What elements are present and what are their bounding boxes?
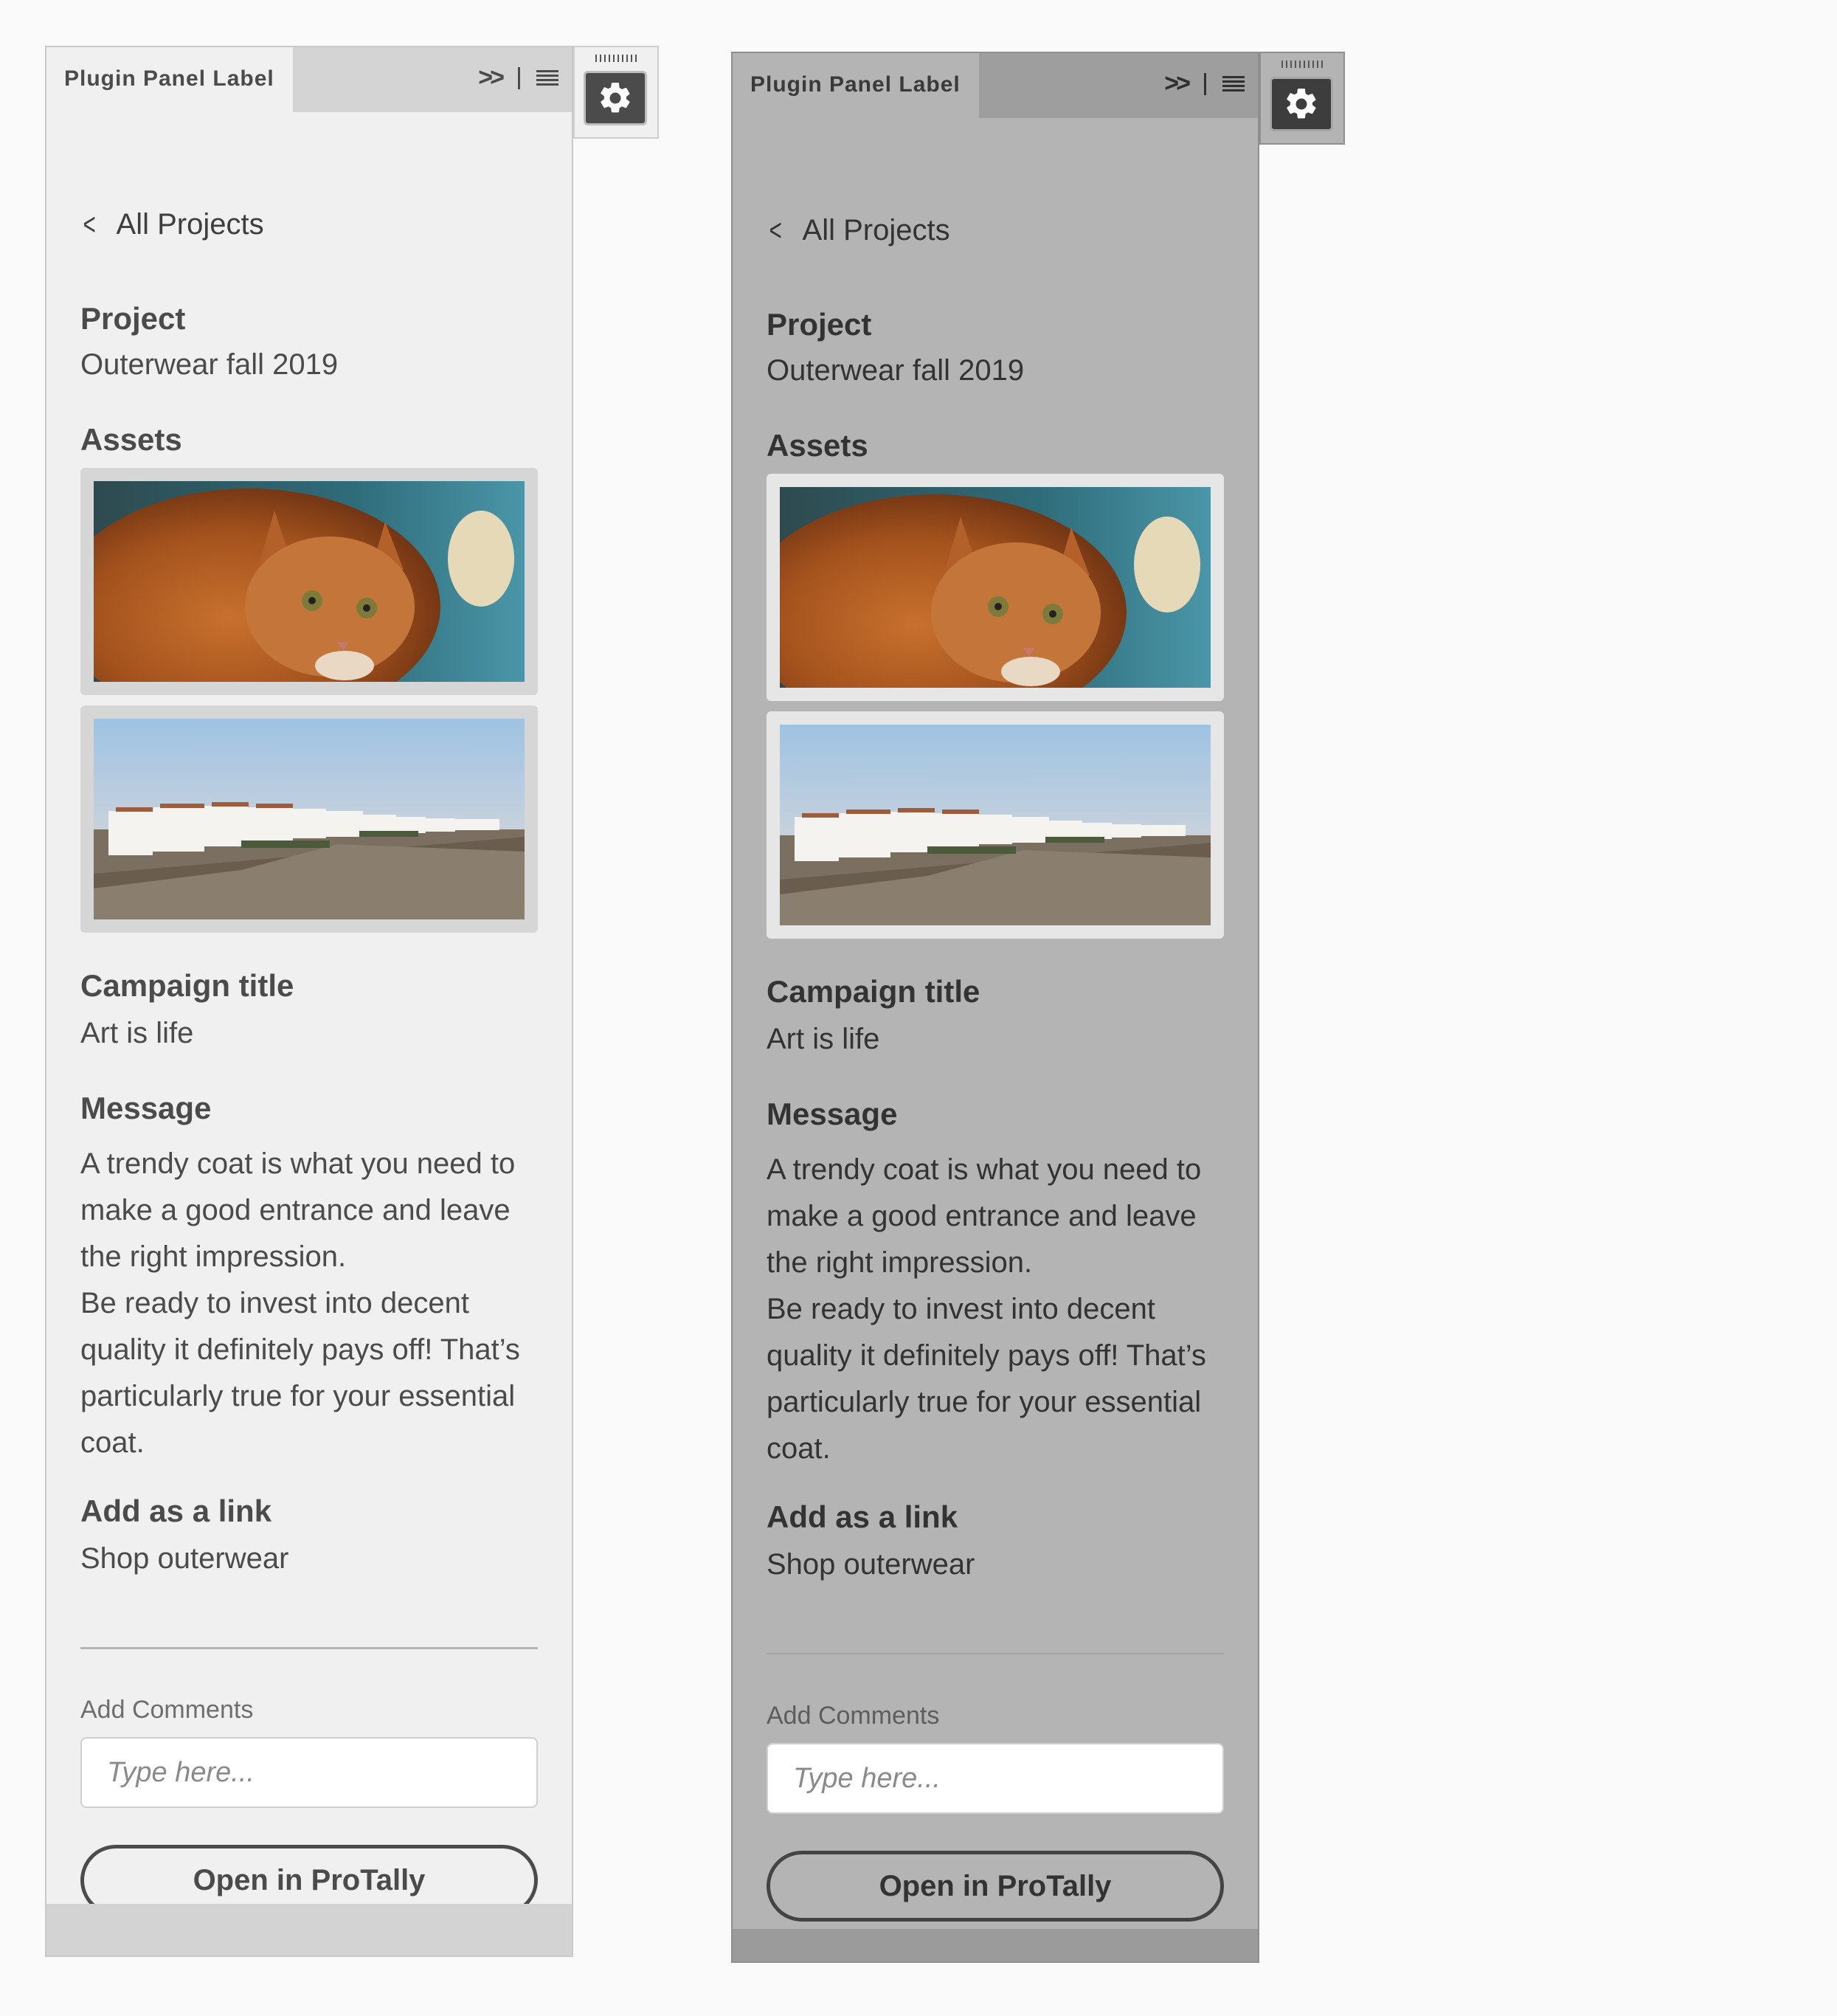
settings-dock [573,46,659,139]
comments-label: Add Comments [80,1696,254,1724]
gear-icon [601,83,630,113]
link-value[interactable]: Shop outerwear [767,1548,975,1581]
comment-input[interactable] [80,1737,538,1808]
project-label: Project [80,301,186,336]
assets-label: Assets [80,422,182,457]
separator [518,66,520,89]
back-link[interactable]: < All Projects [80,207,264,242]
assets-label: Assets [767,428,868,463]
project-value: Outerwear fall 2019 [767,354,1025,387]
settings-dock [1259,52,1345,145]
panel-tab[interactable]: Plugin Panel Label [46,47,293,114]
chevron-left-icon: < [83,207,96,241]
panel-tab-bar: Plugin Panel Label >> [46,47,572,114]
orange-cat-photo [94,481,525,682]
asset-card-cat[interactable] [80,468,538,695]
campaign-title-value: Art is life [767,1023,880,1055]
orange-cat-photo [780,487,1211,688]
panel-tab[interactable]: Plugin Panel Label [733,53,979,120]
message-paragraph: A trendy coat is what you need to make a… [80,1147,516,1273]
plugin-panel: Plugin Panel Label >> < All Projects Pro… [731,52,1259,1963]
plugin-panel: Plugin Panel Label >> < All Projects Pro… [45,46,573,1957]
campaign-title-label: Campaign title [80,968,294,1003]
hamburger-menu-icon[interactable] [536,69,558,86]
comment-input[interactable] [767,1743,1224,1814]
message-paragraph: Be ready to invest into decent quality i… [80,1287,520,1459]
settings-button[interactable] [584,71,647,125]
divider [767,1653,1224,1654]
project-label: Project [767,307,872,342]
double-chevron-right-icon[interactable]: >> [1164,69,1191,98]
campaign-title-value: Art is life [80,1017,194,1049]
message-label: Message [80,1091,212,1125]
back-label: All Projects [802,213,950,246]
link-value[interactable]: Shop outerwear [80,1542,288,1575]
back-link[interactable]: < All Projects [767,213,950,248]
message-label: Message [767,1097,898,1131]
panel-tab-bar: Plugin Panel Label >> [733,53,1258,120]
message-paragraph: A trendy coat is what you need to make a… [767,1153,1202,1279]
open-in-protally-button[interactable]: Open in ProTally [767,1851,1224,1922]
divider [80,1647,538,1649]
grip-handle[interactable] [595,55,638,62]
asset-card-cat[interactable] [767,474,1224,701]
white-village-landscape-photo [94,719,525,919]
asset-card-village[interactable] [80,705,538,933]
project-value: Outerwear fall 2019 [80,348,339,381]
hamburger-menu-icon[interactable] [1222,75,1245,92]
double-chevron-right-icon[interactable]: >> [478,63,505,92]
white-village-landscape-photo [780,725,1211,925]
panel-footer [733,1929,1258,1961]
panel-variant-dark: Plugin Panel Label >> < All Projects Pro… [686,6,1608,2016]
add-link-label: Add as a link [767,1499,958,1534]
message-body: A trendy coat is what you need to make a… [767,1147,1224,1472]
asset-card-village[interactable] [767,711,1224,939]
panel-footer [46,1904,572,1955]
message-paragraph: Be ready to invest into decent quality i… [767,1293,1206,1465]
comments-label: Add Comments [767,1702,940,1730]
separator [1204,72,1206,95]
gear-icon [1287,89,1316,119]
campaign-title-label: Campaign title [767,974,980,1009]
back-label: All Projects [116,207,264,241]
add-link-label: Add as a link [80,1494,272,1528]
chevron-left-icon: < [769,213,782,247]
grip-handle[interactable] [1281,61,1324,68]
settings-button[interactable] [1270,77,1333,131]
message-body: A trendy coat is what you need to make a… [80,1141,538,1466]
